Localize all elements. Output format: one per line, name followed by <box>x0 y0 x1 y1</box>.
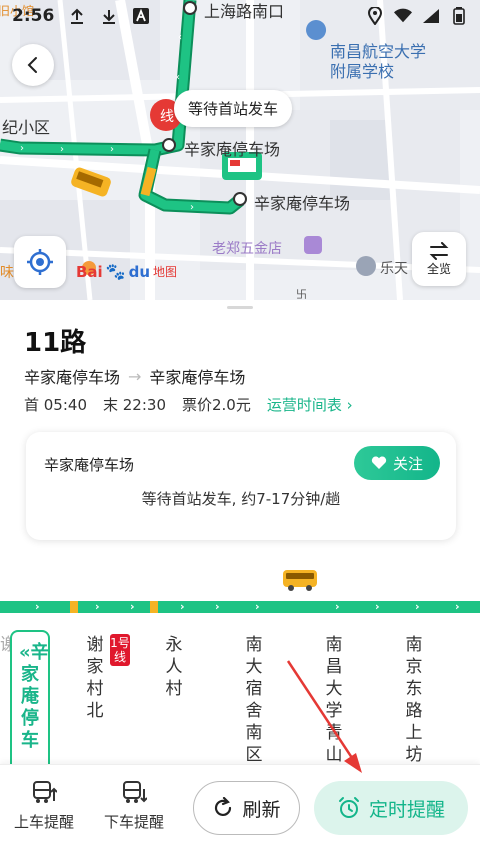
overview-label: 全览 <box>426 261 451 276</box>
alight-reminder-button[interactable]: 下车提醒 <box>94 779 174 832</box>
status-time: 2:56 <box>12 6 55 26</box>
station-current[interactable]: «辛家庵停车 <box>19 642 49 752</box>
svg-text:›: › <box>110 144 114 155</box>
timer-reminder-button[interactable]: 定时提醒 <box>314 781 468 835</box>
chevron-right-icon: › <box>375 600 380 613</box>
heart-icon <box>371 456 387 469</box>
station-item[interactable]: 南昌大学青山湖 <box>323 634 345 764</box>
locate-button[interactable] <box>14 236 66 288</box>
follow-label: 关注 <box>392 454 423 473</box>
route-name: 11路 <box>24 328 87 358</box>
refresh-icon <box>215 797 232 817</box>
chevron-right-icon: › <box>335 600 340 613</box>
map-label-partial-left: 味 <box>0 265 14 281</box>
signal-icon <box>422 7 440 25</box>
station-list[interactable]: 谢 «辛家庵停车 谢家村北 1号线 永人村 南大宿舍南区 南昌大学青山湖 南京东… <box>0 622 480 764</box>
map-label-community: 纪小区 <box>2 118 51 137</box>
chevron-right-icon: › <box>95 600 100 613</box>
chevron-right-icon: › <box>215 600 220 613</box>
refresh-label: 刷新 <box>242 798 281 821</box>
chevron-right-icon: › <box>255 600 260 613</box>
map-label-xinjia-main: 辛家庵停车场 <box>254 194 351 213</box>
svg-text:‹: ‹ <box>178 32 182 43</box>
board-reminder-button[interactable]: 上车提醒 <box>4 779 84 832</box>
bus-alight-icon <box>123 781 147 803</box>
current-station-box[interactable]: «辛家庵停车 <box>10 630 50 764</box>
svg-text:›: › <box>60 144 64 155</box>
bottom-toolbar: 上车提醒 下车提醒 刷新 定时提醒 <box>0 764 480 854</box>
map-label-partial-bottom: 卐 <box>296 288 307 300</box>
map-label-store: 老郑五金店 <box>212 241 282 257</box>
battery-icon <box>450 7 468 25</box>
station-item[interactable]: 谢家村北 <box>84 634 106 722</box>
refresh-button[interactable]: 刷新 <box>193 781 300 835</box>
bus-icon <box>283 570 317 591</box>
metro-line-badge: 1号线 <box>110 634 130 666</box>
alight-reminder-label: 下车提醒 <box>103 813 164 831</box>
arrow-right-icon: → <box>128 366 142 386</box>
timer-reminder-label: 定时提醒 <box>368 798 445 821</box>
wifi-icon <box>394 7 412 25</box>
baidu-text: Bai <box>76 262 103 281</box>
bus-board-icon <box>33 781 57 803</box>
route-progress-line: › › › › › › › › › › <box>0 600 480 613</box>
alarm-clock-icon <box>338 797 359 818</box>
overview-button[interactable]: 全览 <box>412 232 466 286</box>
route-map[interactable]: ‹‹‹ ››› › 线 旧小馆 上海路南口 南昌航空大学 附属学校 纪小区 辛家… <box>0 0 480 300</box>
first-bus-time: 首 05:40 <box>24 396 87 414</box>
map-label-school-line2: 附属学校 <box>330 62 395 81</box>
last-bus-time: 末 22:30 <box>103 396 166 414</box>
upload-icon <box>68 7 86 25</box>
fare: 票价2.0元 <box>182 396 251 414</box>
chevron-right-icon: › <box>130 600 135 613</box>
chevron-right-icon: › <box>415 600 420 613</box>
svg-text:‹: ‹ <box>176 72 180 83</box>
locate-icon <box>27 249 53 275</box>
map-status-bubble: 等待首站发车 <box>174 90 293 127</box>
map-label-letian: 乐天 <box>380 261 408 277</box>
baidu-map-text: 地图 <box>153 265 178 279</box>
route-to: 辛家庵停车场 <box>149 368 246 387</box>
map-label-xinjia-near: 辛家庵停车场 <box>184 140 281 159</box>
traffic-segment <box>150 601 158 613</box>
wait-card-info: 等待首站发车, 约7-17分钟/趟 <box>141 490 341 508</box>
location-icon <box>366 7 384 25</box>
paw-icon: 🐾 <box>105 262 126 281</box>
chevron-right-icon: › <box>455 600 460 613</box>
baidu-map-logo: Bai 🐾 du 地图 <box>76 262 177 281</box>
sheet-grabber[interactable] <box>227 306 253 309</box>
station-item[interactable]: 永人村 <box>163 634 185 700</box>
svg-text:›: › <box>20 143 24 154</box>
route-meta: 首 05:40 末 22:30 票价2.0元 运营时间表 › <box>24 394 353 415</box>
traffic-segment <box>70 601 78 613</box>
station-item[interactable]: 南大宿舍南区 <box>243 634 265 764</box>
chevron-right-icon: › <box>35 600 40 613</box>
route-direction: 辛家庵停车场 → 辛家庵停车场 <box>24 364 245 388</box>
download-icon <box>100 7 118 25</box>
back-button[interactable] <box>12 44 54 86</box>
swap-icon <box>429 241 449 260</box>
station-item[interactable]: 南京东路上坊路 <box>403 634 425 764</box>
status-bar: 2:56 <box>0 0 480 32</box>
station-prev-partial[interactable]: 谢 <box>0 634 10 656</box>
follow-button[interactable]: 关注 <box>354 446 440 480</box>
schedule-link[interactable]: 运营时间表 › <box>267 394 353 415</box>
svg-text:线: 线 <box>160 109 174 125</box>
board-reminder-label: 上车提醒 <box>13 813 74 831</box>
font-a-icon <box>132 7 150 25</box>
svg-text:›: › <box>190 202 194 213</box>
chevron-left-icon <box>27 57 37 73</box>
wait-card-stop: 辛家庵停车场 <box>44 456 135 474</box>
route-from: 辛家庵停车场 <box>24 368 121 387</box>
chevron-right-icon: › <box>180 600 185 613</box>
baidu-du-text: du <box>128 262 151 281</box>
wait-card: 辛家庵停车场 关注 等待首站发车, 约7-17分钟/趟 <box>26 432 456 540</box>
